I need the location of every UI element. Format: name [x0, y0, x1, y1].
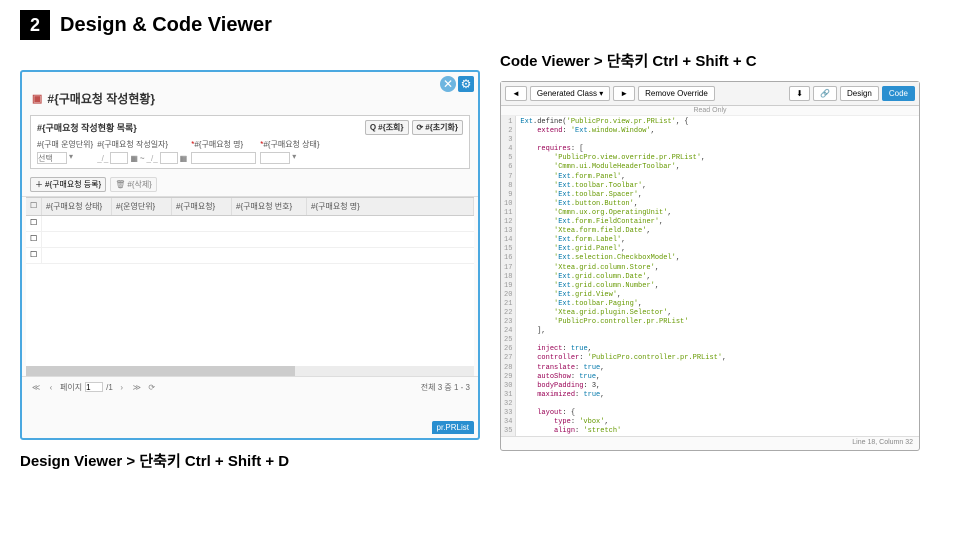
table-row[interactable]: ☐	[26, 216, 474, 232]
grid-col-status[interactable]: #{구매요청 상태}	[42, 198, 112, 215]
download-icon[interactable]: ⬇	[789, 86, 810, 101]
pager-prev-icon[interactable]: ‹	[45, 381, 57, 393]
status-bar: Line 18, Column 32	[501, 436, 919, 448]
refresh-icon: ⟳	[417, 123, 424, 132]
table-row[interactable]: ☐	[26, 248, 474, 264]
search-button[interactable]: Q #{조회}	[365, 120, 409, 135]
generated-class-dropdown[interactable]: Generated Class ▾	[530, 86, 610, 101]
link-icon[interactable]: 🔗	[813, 86, 837, 101]
field-date: #{구매요청 작성일자}	[97, 139, 187, 150]
section-header: 2 Design & Code Viewer	[20, 10, 937, 40]
field-req-name: *#{구매요청 명}	[191, 139, 256, 150]
table-row[interactable]: ☐	[26, 232, 474, 248]
pager-label: 페이지	[60, 382, 82, 393]
forward-button[interactable]: ►	[613, 86, 635, 101]
delete-button-label: #{삭제}	[127, 179, 152, 190]
section-title: Design & Code Viewer	[60, 14, 272, 37]
pager-refresh-icon[interactable]: ⟳	[146, 381, 158, 393]
chevron-down-icon: ▾	[599, 89, 603, 98]
date-to-input[interactable]	[160, 152, 178, 164]
grid-col-check[interactable]: ☐	[26, 198, 42, 215]
dropdown-icon[interactable]: ▾	[69, 152, 73, 164]
dropdown-icon[interactable]: ▾	[292, 152, 296, 164]
calendar-icon[interactable]: ▦	[180, 154, 188, 163]
code-caption: Code Viewer > 단축키 Ctrl + Shift + C	[500, 50, 920, 71]
reset-button[interactable]: ⟳ #{초기화}	[412, 120, 463, 135]
doc-icon: ▣	[32, 92, 42, 105]
search-title: #{구매요청 작성현황 목록}	[37, 121, 137, 134]
reset-button-label: #{초기화}	[425, 122, 458, 133]
class-badge[interactable]: pr.PRList	[432, 421, 474, 434]
code-toolbar: ◄ Generated Class ▾ ► Remove Override ⬇ …	[501, 82, 919, 106]
design-viewer-window: ✕ ⚙ ▣ #{구매요청 작성현황} #{구매요청 작성현황 목록} Q #{조…	[20, 70, 480, 440]
grid-col-name[interactable]: #{구매요청 명}	[307, 198, 474, 215]
calendar-icon[interactable]: ▦	[130, 154, 138, 163]
status-input[interactable]	[260, 152, 290, 164]
design-panel: ✕ ⚙ ▣ #{구매요청 작성현황} #{구매요청 작성현황 목록} Q #{조…	[20, 70, 480, 471]
pager-last-icon[interactable]: ≫	[131, 381, 143, 393]
pager-page-input[interactable]	[85, 382, 103, 392]
search-panel: #{구매요청 작성현황 목록} Q #{조회} ⟳ #{초기화}	[30, 115, 470, 169]
pager-next-icon[interactable]: ›	[116, 381, 128, 393]
add-button[interactable]: ＋ #{구매요청 등록}	[30, 177, 106, 192]
code-editor[interactable]: 1 2 3 4 5 6 7 8 9 10 11 12 13 14 15 16 1…	[501, 116, 919, 436]
panels-container: ✕ ⚙ ▣ #{구매요청 작성현황} #{구매요청 작성현황 목록} Q #{조…	[20, 70, 937, 471]
field-status: *#{구매요청 상태}	[260, 139, 319, 150]
trash-icon: 🗑	[115, 180, 125, 189]
date-from-input[interactable]	[110, 152, 128, 164]
code-mode-button[interactable]: Code	[882, 86, 915, 101]
window-title: ▣ #{구매요청 작성현황}	[22, 72, 478, 111]
back-button[interactable]: ◄	[505, 86, 527, 101]
pager-info: 전체 3 중 1 - 3	[421, 382, 470, 393]
grid-col-num[interactable]: #{구매요청 번호}	[232, 198, 307, 215]
readonly-banner: Read Only	[501, 106, 919, 116]
remove-override-button[interactable]: Remove Override	[638, 86, 715, 101]
section-number: 2	[20, 10, 50, 40]
search-icon: Q	[370, 123, 376, 132]
design-caption: Design Viewer > 단축키 Ctrl + Shift + D	[20, 450, 480, 471]
generated-class-label: Generated Class	[537, 89, 597, 98]
close-icon[interactable]: ✕	[440, 76, 456, 92]
search-button-label: #{조회}	[378, 122, 403, 133]
h-scrollbar[interactable]	[26, 366, 474, 376]
req-name-input[interactable]	[191, 152, 256, 164]
grid-body: ☐ ☐ ☐	[26, 216, 474, 366]
code-text[interactable]: Ext.define('PublicPro.view.pr.PRList', {…	[516, 116, 738, 436]
code-panel: Code Viewer > 단축키 Ctrl + Shift + C ◄ Gen…	[500, 50, 920, 461]
pager: ≪ ‹ 페이지 /1 › ≫ ⟳ 전체 3 중 1 - 3	[22, 376, 478, 397]
gear-icon[interactable]: ⚙	[458, 76, 474, 92]
grid-col-ou[interactable]: #{운영단위}	[112, 198, 172, 215]
pager-total: /1	[106, 383, 113, 392]
design-mode-button[interactable]: Design	[840, 86, 879, 101]
operating-unit-input[interactable]	[37, 152, 67, 164]
window-title-text: #{구매요청 작성현황}	[47, 90, 155, 107]
code-viewer-window: ◄ Generated Class ▾ ► Remove Override ⬇ …	[500, 81, 920, 451]
add-button-label: #{구매요청 등록}	[45, 179, 101, 190]
grid-header: ☐ #{구매요청 상태} #{운영단위} #{구매요청} #{구매요청 번호} …	[26, 197, 474, 216]
delete-button[interactable]: 🗑 #{삭제}	[110, 177, 157, 192]
pager-first-icon[interactable]: ≪	[30, 381, 42, 393]
field-operating-unit: #{구매 운영단위}	[37, 139, 93, 150]
line-gutter: 1 2 3 4 5 6 7 8 9 10 11 12 13 14 15 16 1…	[501, 116, 516, 436]
plus-icon: ＋	[35, 179, 43, 190]
grid-col-req[interactable]: #{구매요청}	[172, 198, 232, 215]
